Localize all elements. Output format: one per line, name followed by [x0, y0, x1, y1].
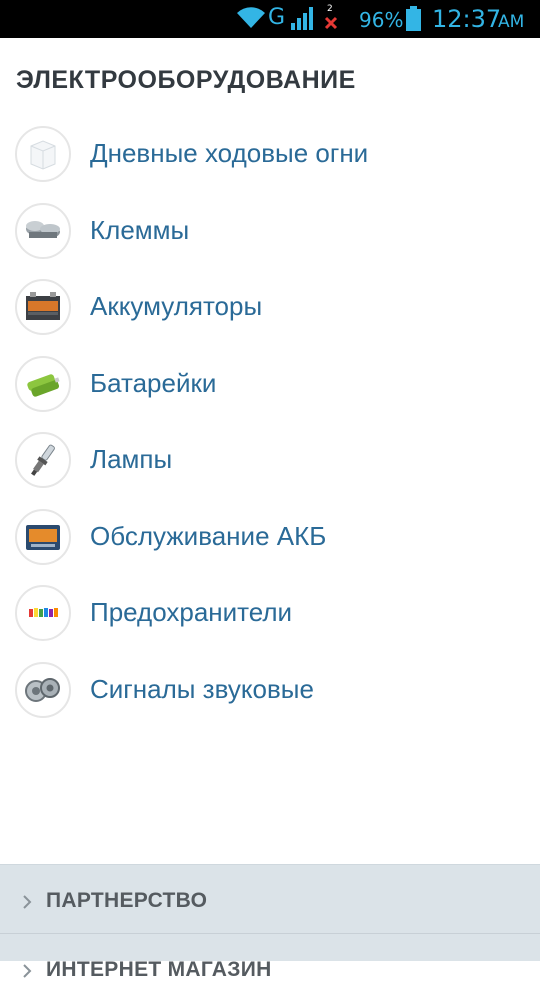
category-label: Сигналы звуковые	[90, 673, 314, 704]
category-item-fuses[interactable]: Предохранители	[0, 575, 540, 652]
category-label: Батарейки	[90, 367, 217, 398]
category-item-daytime-lights[interactable]: Дневные ходовые огни	[0, 116, 540, 193]
chevron-right-icon	[23, 895, 32, 909]
category-label: Лампы	[90, 444, 173, 474]
menu-item-label: ПАРТНЕРСТВО	[46, 889, 208, 912]
box-icon	[15, 126, 71, 182]
category-item-lamps[interactable]: Лампы	[0, 422, 540, 499]
category-item-batteries[interactable]: Батарейки	[0, 346, 540, 423]
bottom-menu: ПАРТНЕРСТВО ИНТЕРНЕТ МАГАЗИН	[0, 864, 540, 981]
chevron-right-icon	[23, 964, 32, 978]
battery-percent: 96%	[359, 8, 404, 32]
batteries-icon	[15, 355, 71, 412]
category-list: Дневные ходовые огни Клеммы Аккумуляторы	[0, 116, 540, 728]
wifi-icon	[237, 7, 265, 29]
section-title: ЭЛЕКТРООБОРУДОВАНИЕ	[16, 66, 356, 94]
status-bar: G 2 96% 12:37 AM	[0, 0, 540, 38]
menu-item-partnership[interactable]: ПАРТНЕРСТВО	[0, 865, 540, 934]
category-label: Предохранители	[90, 597, 293, 627]
menu-item-label: ИНТЕРНЕТ МАГАЗИН	[46, 958, 272, 981]
horn-icon	[15, 661, 71, 718]
battery-icon	[406, 6, 421, 31]
category-label: Дневные ходовые огни	[90, 138, 369, 168]
signal-icon	[291, 7, 313, 30]
clock-time: 12:37	[432, 5, 502, 33]
sim-slot-label: 2	[327, 4, 333, 14]
category-item-car-batteries[interactable]: Аккумуляторы	[0, 269, 540, 346]
fuses-icon	[15, 585, 71, 641]
category-label: Аккумуляторы	[90, 291, 263, 321]
category-item-horns[interactable]: Сигналы звуковые	[0, 652, 540, 729]
category-label: Обслуживание АКБ	[90, 520, 327, 551]
menu-item-online-store[interactable]: ИНТЕРНЕТ МАГАЗИН	[0, 934, 540, 1002]
category-label: Клеммы	[90, 214, 190, 245]
network-type-label: G	[268, 5, 286, 30]
clock-ampm: AM	[498, 12, 525, 32]
bulb-icon	[15, 432, 71, 488]
car-battery-icon	[15, 279, 71, 335]
category-item-terminals[interactable]: Клеммы	[0, 193, 540, 270]
battery-charger-icon	[15, 508, 71, 565]
sim2-no-signal-icon: 2	[320, 2, 342, 34]
terminals-icon	[15, 202, 71, 259]
category-item-battery-service[interactable]: Обслуживание АКБ	[0, 499, 540, 576]
